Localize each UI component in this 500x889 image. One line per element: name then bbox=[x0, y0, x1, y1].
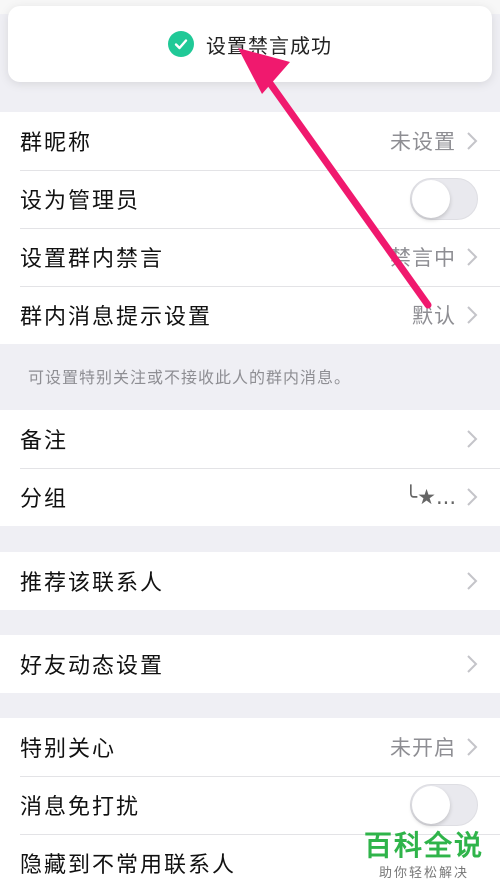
check-circle-icon bbox=[168, 31, 194, 57]
row-group-nickname[interactable]: 群昵称 未设置 bbox=[0, 112, 500, 170]
remark-group-section: 备注 分组 ╰★... bbox=[0, 410, 500, 526]
row-label: 消息免打扰 bbox=[20, 795, 141, 820]
row-do-not-disturb: 消息免打扰 bbox=[0, 776, 500, 834]
row-remark[interactable]: 备注 bbox=[0, 410, 500, 468]
watermark-subtitle: 助你轻松解决 bbox=[378, 866, 469, 881]
row-group-mute[interactable]: 设置群内禁言 禁言中 bbox=[0, 228, 500, 286]
row-label: 群内消息提示设置 bbox=[20, 305, 213, 330]
row-label: 分组 bbox=[20, 487, 69, 512]
moments-section: 好友动态设置 bbox=[0, 635, 500, 693]
group-settings-section: 群昵称 未设置 设为管理员 设置群内禁言 禁言中 群内消息提示设置 默认 bbox=[0, 112, 500, 344]
row-label: 设为管理员 bbox=[20, 189, 141, 214]
watermark-logo: 百科全说 助你轻松解决 bbox=[363, 829, 484, 882]
row-group[interactable]: 分组 ╰★... bbox=[0, 468, 500, 526]
watermark-title: 百科全说 bbox=[363, 829, 484, 862]
row-label: 隐藏到不常用联系人 bbox=[20, 853, 237, 878]
row-group-message-notify[interactable]: 群内消息提示设置 默认 bbox=[0, 286, 500, 344]
section-hint: 可设置特别关注或不接收此人的群内消息。 bbox=[28, 368, 352, 387]
row-label: 推荐该联系人 bbox=[20, 571, 165, 596]
set-admin-toggle[interactable] bbox=[410, 178, 478, 220]
chevron-right-icon bbox=[467, 132, 478, 150]
row-label: 特别关心 bbox=[20, 737, 117, 762]
chevron-right-icon bbox=[467, 738, 478, 756]
chevron-right-icon bbox=[467, 248, 478, 266]
row-recommend-contact[interactable]: 推荐该联系人 bbox=[0, 552, 500, 610]
row-set-admin: 设为管理员 bbox=[0, 170, 500, 228]
row-label: 群昵称 bbox=[20, 131, 93, 156]
row-value: 禁言中 bbox=[390, 246, 456, 270]
toggle-knob bbox=[412, 180, 450, 218]
recommend-section: 推荐该联系人 bbox=[0, 552, 500, 610]
row-label: 好友动态设置 bbox=[20, 654, 165, 679]
row-special-care[interactable]: 特别关心 未开启 bbox=[0, 718, 500, 776]
chevron-right-icon bbox=[467, 488, 478, 506]
row-value: ╰★... bbox=[404, 485, 457, 509]
toggle-knob bbox=[412, 786, 450, 824]
row-label: 设置群内禁言 bbox=[20, 247, 165, 272]
row-friend-moments[interactable]: 好友动态设置 bbox=[0, 635, 500, 693]
do-not-disturb-toggle[interactable] bbox=[410, 784, 478, 826]
chevron-right-icon bbox=[467, 306, 478, 324]
success-toast: 设置禁言成功 bbox=[8, 6, 492, 82]
row-value: 未设置 bbox=[390, 130, 456, 154]
row-value: 默认 bbox=[412, 304, 456, 328]
chevron-right-icon bbox=[467, 655, 478, 673]
row-label: 备注 bbox=[20, 429, 69, 454]
chevron-right-icon bbox=[467, 572, 478, 590]
chevron-right-icon bbox=[467, 430, 478, 448]
toast-message: 设置禁言成功 bbox=[206, 33, 332, 58]
row-value: 未开启 bbox=[390, 736, 456, 760]
